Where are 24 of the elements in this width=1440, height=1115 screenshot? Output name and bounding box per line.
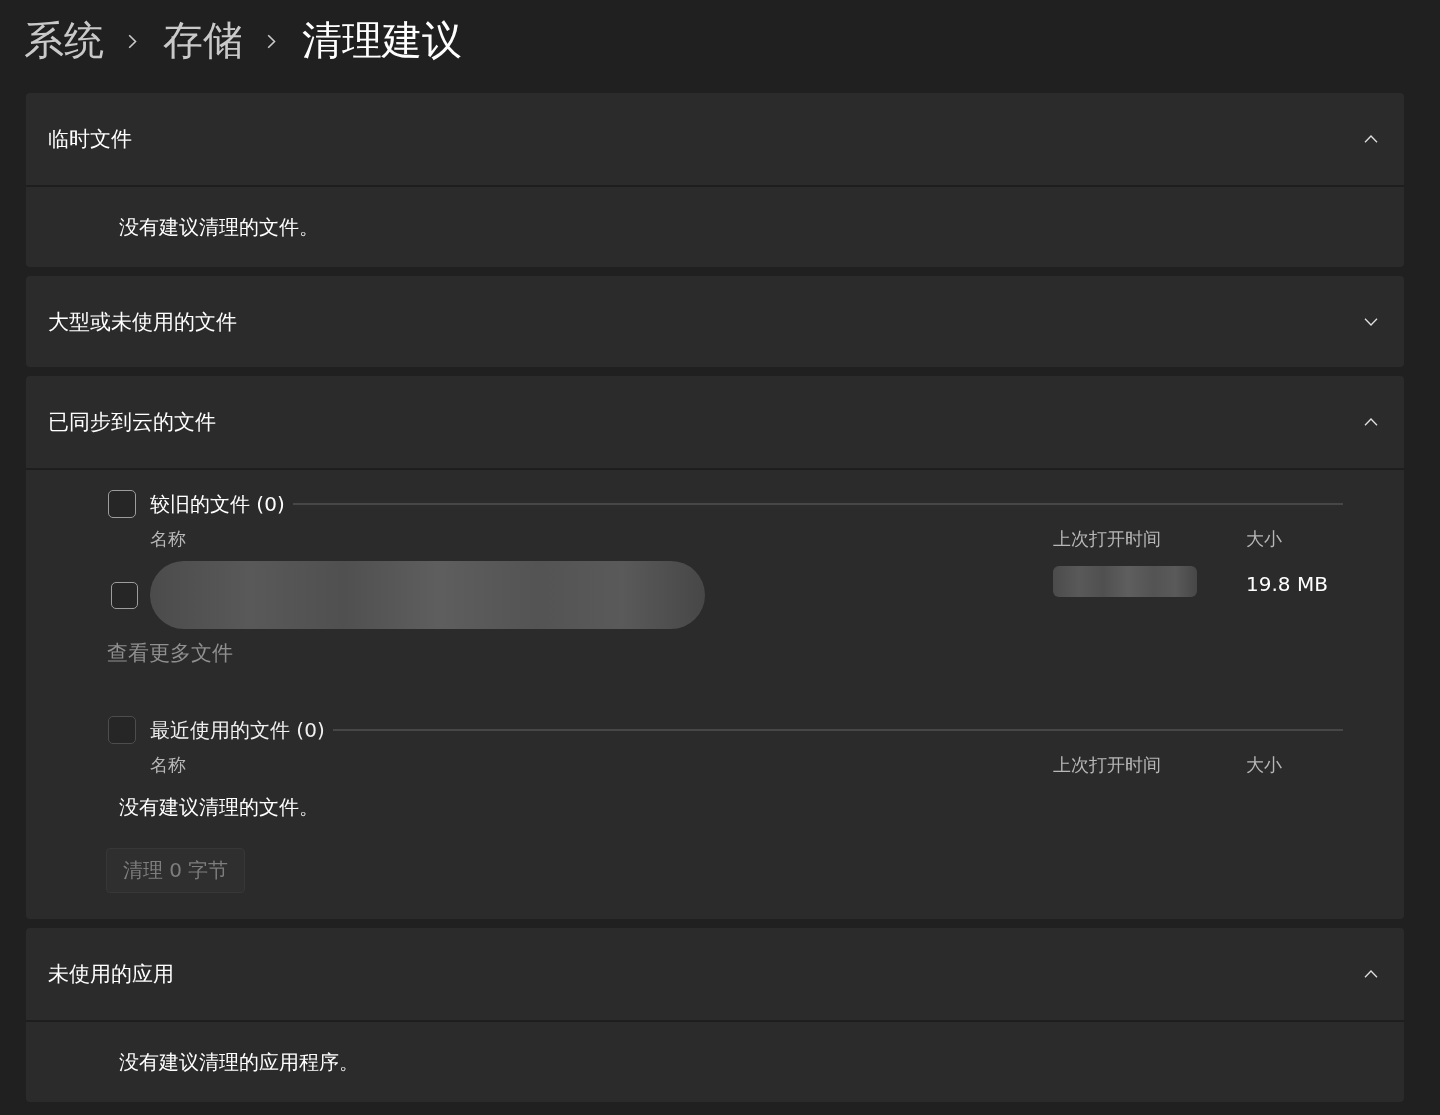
see-more-link[interactable]: 查看更多文件 — [107, 638, 233, 668]
section-header[interactable]: 已同步到云的文件 — [26, 376, 1404, 470]
column-header: 上次打开时间 — [1053, 753, 1162, 777]
group-title: 较旧的文件 (0) — [150, 490, 285, 518]
column-header: 大小 — [1246, 527, 1283, 551]
empty-message: 没有建议清理的应用程序。 — [119, 1049, 359, 1076]
file-size: 19.8 MB — [1246, 572, 1329, 596]
section-header[interactable]: 未使用的应用 — [26, 928, 1404, 1022]
checkbox[interactable] — [111, 581, 138, 609]
empty-message: 没有建议清理的文件。 — [119, 794, 319, 821]
section-header[interactable]: 临时文件 — [26, 93, 1404, 187]
column-header: 上次打开时间 — [1053, 527, 1162, 551]
breadcrumb-item[interactable]: 系统 — [24, 15, 104, 64]
checkbox[interactable] — [108, 490, 136, 518]
chevron-right-icon — [267, 34, 276, 49]
breadcrumb-item[interactable]: 存储 — [163, 15, 243, 64]
breadcrumb-item: 清理建议 — [302, 15, 462, 64]
empty-message: 没有建议清理的文件。 — [119, 214, 319, 241]
group-title: 最近使用的文件 (0) — [150, 716, 325, 744]
column-header: 大小 — [1246, 753, 1283, 777]
section-header[interactable]: 大型或未使用的文件 — [26, 276, 1404, 367]
chevron-right-icon — [128, 34, 137, 49]
column-header: 名称 — [150, 753, 187, 777]
column-header: 名称 — [150, 527, 187, 551]
